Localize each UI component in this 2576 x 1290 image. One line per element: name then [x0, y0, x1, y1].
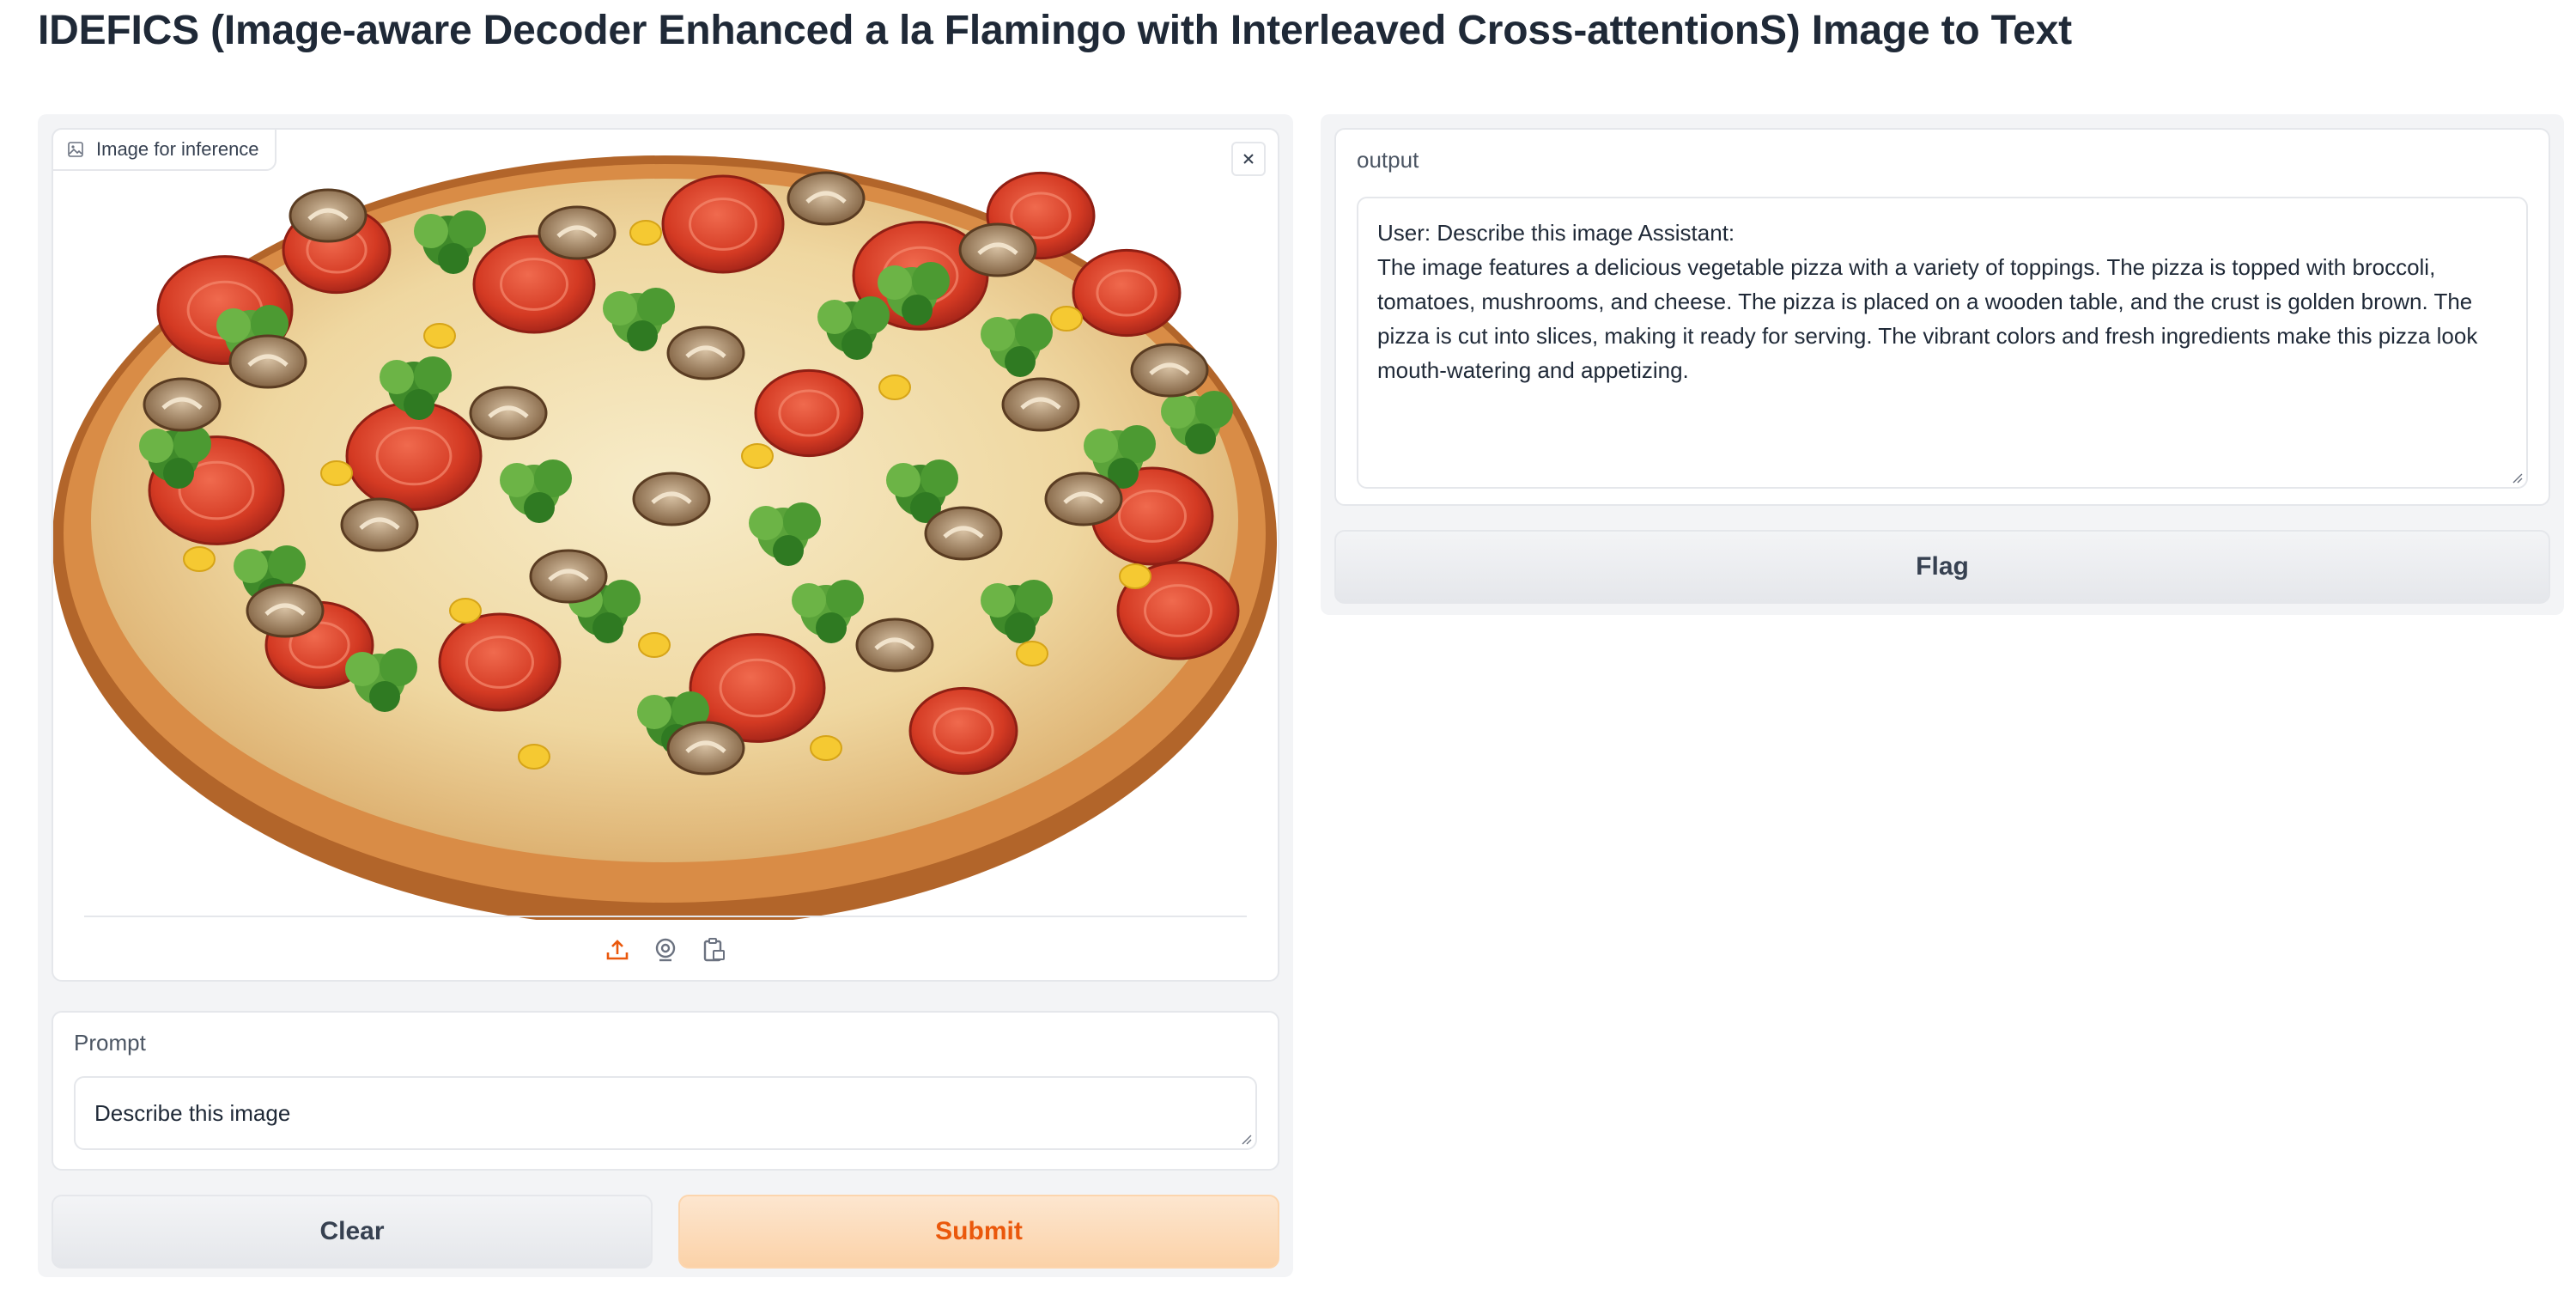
image-source-selector: [53, 933, 1278, 967]
upload-button[interactable]: [603, 935, 632, 964]
webcam-icon: [655, 938, 676, 962]
submit-button[interactable]: Submit: [678, 1195, 1279, 1269]
output-line: tomatoes, mushrooms, and cheese. The piz…: [1377, 289, 2473, 314]
output-field: output User: Describe this image Assista…: [1334, 128, 2550, 506]
close-icon: [1243, 154, 1254, 164]
input-panel: Image for inference Prompt Describe this…: [38, 114, 1293, 1277]
output-line: The image features a delicious vegetable…: [1377, 254, 2436, 280]
flag-button[interactable]: Flag: [1334, 530, 2550, 604]
divider: [84, 916, 1247, 917]
image-label-text: Image for inference: [96, 138, 259, 160]
prompt-value: Describe this image: [94, 1100, 291, 1126]
image-label: Image for inference: [52, 128, 276, 171]
output-line: User: Describe this image Assistant:: [1377, 220, 1735, 246]
page-title: IDEFICS (Image-aware Decoder Enhanced a …: [38, 8, 2072, 53]
prompt-input[interactable]: Describe this image: [74, 1076, 1257, 1150]
output-line: mouth-watering and appetizing.: [1377, 357, 1689, 383]
output-line: pizza is cut into slices, making it read…: [1377, 323, 2478, 349]
close-button[interactable]: [1231, 142, 1266, 176]
clipboard-button[interactable]: [699, 935, 728, 964]
clear-button[interactable]: Clear: [52, 1195, 653, 1269]
output-label: output: [1357, 147, 1419, 173]
output-panel: output User: Describe this image Assista…: [1321, 114, 2564, 615]
uploaded-image: [52, 130, 1278, 928]
prompt-field: Prompt Describe this image: [52, 1011, 1279, 1171]
resize-handle-icon[interactable]: [2511, 472, 2523, 484]
output-textarea[interactable]: User: Describe this image Assistant: The…: [1357, 197, 2528, 489]
image-icon: [68, 142, 83, 157]
prompt-label: Prompt: [74, 1030, 146, 1056]
resize-handle-icon[interactable]: [1240, 1133, 1252, 1145]
image-input[interactable]: Image for inference: [52, 128, 1279, 982]
webcam-button[interactable]: [651, 935, 680, 964]
upload-icon: [606, 940, 629, 960]
clipboard-icon: [703, 938, 725, 962]
